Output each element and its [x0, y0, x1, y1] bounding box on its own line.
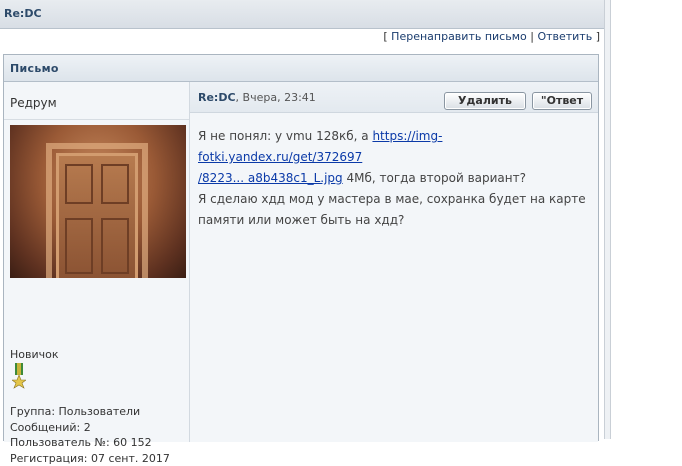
reply-button[interactable]: "Ответ [532, 92, 592, 110]
post-meta: Re:DC, Вчера, 23:41 [198, 91, 316, 104]
post-title: Re:DC [198, 91, 236, 104]
forward-message-link[interactable]: Перенаправить письмо [391, 30, 527, 43]
post-text: Я не понял: у vmu 128кб, а [198, 129, 372, 143]
post-header: Re:DC, Вчера, 23:41 Удалить "Ответ [190, 82, 598, 113]
author-sidebar: Редрум Новичок Группа: Пользователи Сооб… [4, 82, 190, 442]
post-text: Я сделаю хдд мод у мастера в мае, сохран… [198, 192, 586, 227]
avatar [10, 125, 186, 278]
avatar-door-panel [101, 218, 129, 274]
message-panel: Письмо Редрум Новичок Группа: Пользовате… [3, 54, 599, 441]
message-actions: [ Перенаправить письмо | Ответить ] [0, 30, 600, 46]
divider [4, 119, 189, 120]
avatar-door-panel [65, 218, 93, 274]
avatar-door-panel [65, 164, 93, 204]
avatar-door [56, 153, 138, 278]
topic-title: Re:DC [4, 7, 42, 20]
separator: | [527, 30, 538, 43]
author-stats: Группа: Пользователи Сообщений: 2 Пользо… [10, 404, 170, 466]
delete-button[interactable]: Удалить [444, 92, 526, 110]
post-text: 4Мб, тогда второй вариант? [343, 171, 526, 185]
rank-medal-icon [12, 363, 26, 389]
gutter-border [610, 0, 611, 439]
reply-link[interactable]: Ответить [537, 30, 592, 43]
author-posts: Сообщений: 2 [10, 420, 170, 436]
author-group: Группа: Пользователи [10, 404, 170, 420]
author-rank: Новичок [10, 348, 59, 361]
bracket-close: ] [592, 30, 600, 43]
panel-header: Письмо [4, 55, 598, 82]
post-area: Re:DC, Вчера, 23:41 Удалить "Ответ Я не … [190, 82, 598, 442]
topic-header: Re:DC [0, 0, 604, 29]
post-body: Я не понял: у vmu 128кб, а https://img-f… [198, 126, 594, 231]
bracket-open: [ [383, 30, 391, 43]
post-date: , Вчера, 23:41 [236, 91, 316, 104]
image-link-part2[interactable]: /8223... a8b438c1_L.jpg [198, 171, 343, 185]
avatar-door-panel [101, 164, 129, 204]
author-registered: Регистрация: 07 сент. 2017 [10, 451, 170, 466]
author-user-number: Пользователь №: 60 152 [10, 435, 170, 451]
panel-title: Письмо [10, 62, 59, 75]
author-name[interactable]: Редрум [10, 96, 57, 110]
